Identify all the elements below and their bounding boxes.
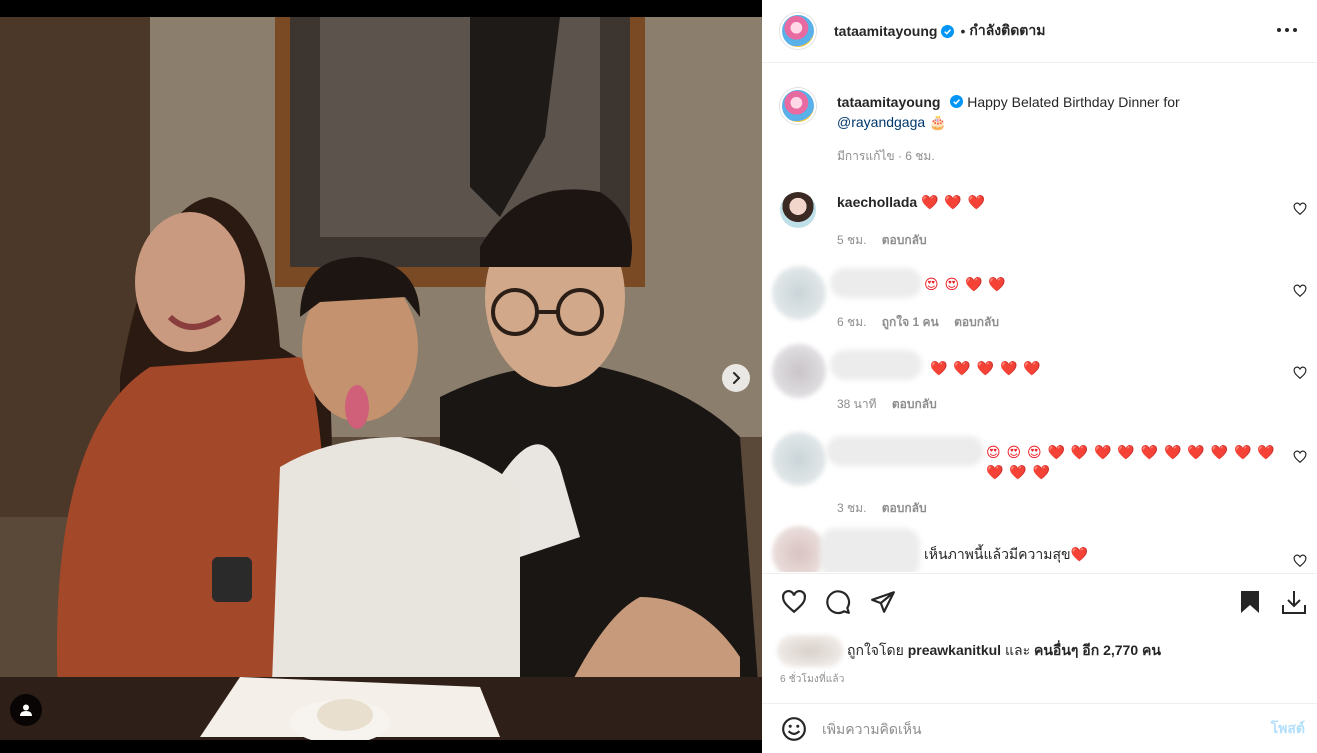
- comment-time: 6 ชม.: [837, 315, 867, 329]
- reply-button[interactable]: ตอบกลับ: [892, 397, 937, 411]
- following-button[interactable]: กำลังติดตาม: [969, 20, 1045, 42]
- comment-avatar[interactable]: [772, 266, 826, 320]
- comment-avatar[interactable]: [780, 192, 816, 228]
- liker-avatars: [777, 635, 843, 667]
- comment-button[interactable]: [824, 588, 852, 616]
- chevron-right-icon: [733, 372, 741, 384]
- comment-time: 38 นาที: [837, 397, 877, 411]
- post-photo[interactable]: [0, 17, 762, 740]
- heart-icon[interactable]: [1293, 284, 1307, 298]
- header-separator: •: [960, 23, 966, 39]
- comment-avatar[interactable]: [772, 432, 826, 486]
- heart-icon[interactable]: [1293, 554, 1307, 568]
- bookmark-icon: [1241, 591, 1259, 613]
- cake-emoji: 🎂: [929, 114, 947, 130]
- heart-icon[interactable]: [1293, 202, 1307, 216]
- caption-mention[interactable]: @rayandgaga: [837, 114, 925, 130]
- verified-badge-icon: [941, 24, 955, 38]
- comment-avatar[interactable]: [772, 526, 826, 572]
- add-comment-bar: โพสต์: [762, 703, 1317, 753]
- comment-meta: 5 ชม. ตอบกลับ: [837, 230, 927, 250]
- heart-icon: [782, 589, 806, 614]
- more-horizontal-icon: [1277, 28, 1297, 32]
- comment-text: 😍 😍 😍 ❤️ ❤️ ❤️ ❤️ ❤️ ❤️ ❤️ ❤️ ❤️ ❤️ ❤️ ❤…: [986, 442, 1276, 482]
- comment-body: เห็นภาพนี้แล้วมีความสุข❤️: [924, 546, 1089, 562]
- heart-icon[interactable]: [1293, 366, 1307, 380]
- post-comment-button[interactable]: โพสต์: [1271, 718, 1305, 740]
- reply-button[interactable]: ตอบกลับ: [882, 501, 927, 515]
- post-header: tataamitayoung • กำลังติดตาม: [762, 0, 1317, 63]
- likes-prefix: ถูกใจโดย: [847, 642, 904, 658]
- photo-illustration: [0, 17, 762, 740]
- smiley-icon: [782, 717, 806, 741]
- send-icon: [871, 591, 895, 613]
- comment-input[interactable]: [822, 721, 1242, 737]
- reply-button[interactable]: ตอบกลับ: [882, 233, 927, 247]
- comment-username-blurred: [830, 268, 922, 298]
- comment-text: เห็นภาพนี้แล้วมีความสุข❤️: [924, 544, 1088, 564]
- caption-meta: มีการแก้ไข · 6 ชม.: [837, 149, 935, 163]
- next-image-button[interactable]: [722, 364, 750, 392]
- share-button[interactable]: [869, 588, 897, 616]
- download-icon: [1282, 591, 1306, 614]
- comment-body: 😍 😍 😍 ❤️ ❤️ ❤️ ❤️ ❤️ ❤️ ❤️ ❤️ ❤️ ❤️ ❤️ ❤…: [986, 444, 1276, 480]
- author-info: tataamitayoung • กำลังติดตาม: [834, 20, 1046, 42]
- comment-username-blurred: [820, 528, 920, 572]
- verified-badge-icon: [950, 95, 964, 108]
- comments-list[interactable]: tataamitayoung Happy Belated Birthday Di…: [762, 64, 1317, 572]
- caption-username[interactable]: tataamitayoung: [837, 94, 940, 110]
- comment-username-blurred: [826, 436, 984, 466]
- comment-username-blurred: [830, 350, 922, 380]
- emoji-button[interactable]: [780, 715, 808, 743]
- comment-body: 😍 😍 ❤️ ❤️: [924, 276, 1007, 292]
- person-tag-icon: [20, 704, 32, 716]
- reply-button[interactable]: ตอบกลับ: [954, 315, 999, 329]
- comment-time: 3 ชม.: [837, 501, 867, 515]
- comment-username[interactable]: kaechollada: [837, 194, 917, 210]
- comment-meta: 38 นาที ตอบกลับ: [837, 394, 937, 414]
- comment-body: ❤️ ❤️ ❤️ ❤️ ❤️: [930, 360, 1042, 376]
- caption-body: Happy Belated Birthday Dinner for: [967, 94, 1180, 110]
- comment-text: kaechollada ❤️ ❤️ ❤️: [837, 192, 986, 212]
- post-actions: ถูกใจโดย preawkanitkul และ คนอื่นๆ อีก 2…: [762, 573, 1317, 753]
- caption-text: tataamitayoung Happy Belated Birthday Di…: [837, 92, 1277, 166]
- comment-time: 5 ชม.: [837, 233, 867, 247]
- liker-username[interactable]: preawkanitkul: [908, 642, 1001, 658]
- author-username[interactable]: tataamitayoung: [834, 23, 937, 39]
- caption-author-avatar[interactable]: [780, 88, 816, 124]
- save-button[interactable]: [1236, 588, 1264, 616]
- post-sidebar: tataamitayoung • กำลังติดตาม tataamitayo…: [762, 0, 1317, 753]
- comment-icon: [826, 590, 851, 615]
- comment-text: ❤️ ❤️ ❤️ ❤️ ❤️: [930, 358, 1042, 378]
- author-avatar[interactable]: [780, 13, 816, 49]
- post-timestamp[interactable]: 6 ชั่วโมงที่แล้ว: [780, 672, 845, 687]
- likes-others[interactable]: คนอื่นๆ อีก 2,770 คน: [1034, 642, 1161, 658]
- comment-meta: 3 ชม. ตอบกลับ: [837, 498, 927, 518]
- likes-conj: และ: [1004, 642, 1031, 658]
- likes-text: ถูกใจโดย preawkanitkul และ คนอื่นๆ อีก 2…: [847, 640, 1161, 662]
- likes-summary: ถูกใจโดย preawkanitkul และ คนอื่นๆ อีก 2…: [777, 634, 1161, 668]
- comment-text: 😍 😍 ❤️ ❤️: [924, 274, 1007, 294]
- download-button[interactable]: [1280, 588, 1308, 616]
- tagged-people-button[interactable]: [10, 694, 42, 726]
- comment-avatar[interactable]: [772, 344, 826, 398]
- comment-meta: 6 ชม. ถูกใจ 1 คน ตอบกลับ: [837, 312, 999, 332]
- comment-body: ❤️ ❤️ ❤️: [921, 194, 987, 210]
- like-button[interactable]: [780, 588, 808, 616]
- post-media: [0, 0, 762, 753]
- heart-icon[interactable]: [1293, 450, 1307, 464]
- comment-likes[interactable]: ถูกใจ 1 คน: [882, 315, 939, 329]
- more-options-button[interactable]: [1273, 16, 1301, 44]
